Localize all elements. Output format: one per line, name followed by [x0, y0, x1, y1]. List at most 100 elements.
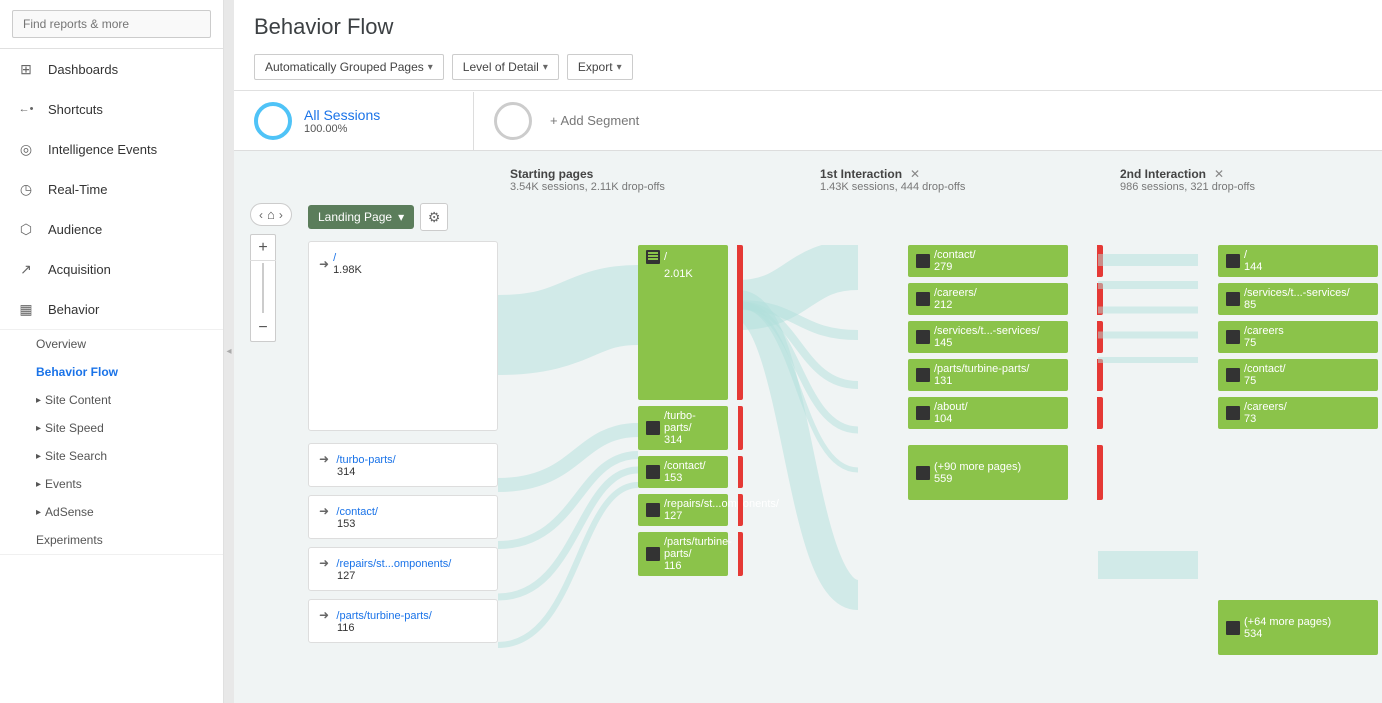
settings-btn[interactable]: ⚙ [420, 203, 448, 231]
interaction1-title-row: 1st Interaction ✕ [820, 167, 1040, 181]
toolbar: Automatically Grouped Pages ▾ Level of D… [234, 48, 1382, 90]
sidebar-item-shortcuts[interactable]: ←• Shortcuts [0, 89, 223, 129]
i1-bar-count-0: 279 [934, 261, 976, 273]
drop-off-bar [738, 494, 743, 526]
sidebar-item-dashboards[interactable]: ⊞ Dashboards [0, 49, 223, 89]
close-interaction1-btn[interactable]: ✕ [910, 167, 920, 181]
sidebar-item-intelligence[interactable]: ◎ Intelligence Events [0, 129, 223, 169]
connector-svg-3 [1098, 245, 1218, 703]
bar-count-4: 116 [664, 560, 732, 572]
nav-left-btn[interactable]: ‹ [259, 208, 263, 222]
interaction2-bar-4[interactable]: /careers/ 73 [1218, 397, 1378, 429]
interaction1-title: 1st Interaction [820, 167, 902, 181]
landing-node-3[interactable]: ➜ /repairs/st...omponents/ 127 [308, 547, 498, 591]
starting-bar-2-container: /contact/ 153 [638, 456, 738, 488]
i1-bar-name-1: /careers/ [934, 287, 977, 299]
i1-bar-name-3: /parts/turbine-parts/ [934, 363, 1029, 375]
interaction1-bar-4[interactable]: /about/ 104 [908, 397, 1068, 429]
segment-circle-icon [254, 102, 292, 140]
interaction1-bar-2[interactable]: /services/t...-services/ 145 [908, 321, 1068, 353]
sidebar-label-realtime: Real-Time [48, 182, 107, 197]
i2-bar-count-1: 85 [1244, 299, 1350, 311]
bar-count-2: 153 [664, 472, 706, 484]
landing-name-1: /turbo-parts/ [336, 454, 395, 466]
interaction2-bar-2[interactable]: /careers 75 [1218, 321, 1378, 353]
interaction1-bar-2-container: /services/t...-services/ 145 [908, 321, 1098, 353]
i2-bar-count-4: 73 [1244, 413, 1287, 425]
sidebar-item-realtime[interactable]: ◷ Real-Time [0, 169, 223, 209]
starting-bar-1[interactable]: /turbo-parts/ 314 [638, 406, 728, 450]
starting-bar-2[interactable]: /contact/ 153 [638, 456, 728, 488]
starting-bar-4[interactable]: /parts/turbine-parts/ 116 [638, 532, 728, 576]
add-segment-btn[interactable]: + Add Segment [474, 92, 659, 150]
column-headers-row: Starting pages 3.54K sessions, 2.11K dro… [250, 167, 1366, 193]
i1-bar-count-5: 559 [934, 473, 1021, 485]
bar-count-1: 314 [664, 434, 720, 446]
interaction1-bar-0[interactable]: /contact/ 279 [908, 245, 1068, 277]
i1-bar-name-0: /contact/ [934, 249, 976, 261]
landing-count-0: 1.98K [333, 264, 362, 276]
landing-node-1[interactable]: ➜ /turbo-parts/ 314 [308, 443, 498, 487]
sidebar-label-shortcuts: Shortcuts [48, 102, 103, 117]
starting-bar-3[interactable]: /repairs/st...omponents/ 127 [638, 494, 728, 526]
search-box [0, 0, 223, 49]
grouped-pages-btn[interactable]: Automatically Grouped Pages ▾ [254, 54, 444, 80]
interaction2-bar-1[interactable]: /services/t...-services/ 85 [1218, 283, 1378, 315]
drop-off-bar [1097, 283, 1103, 315]
sidebar-sub-behavior-flow[interactable]: Behavior Flow [0, 358, 223, 386]
sidebar-item-behavior[interactable]: ▦ Behavior [0, 289, 223, 329]
landing-node-4[interactable]: ➜ /parts/turbine-parts/ 116 [308, 599, 498, 643]
starting-bar-0[interactable]: / 2.01K [638, 245, 728, 400]
interaction1-bar-1[interactable]: /careers/ 212 [908, 283, 1068, 315]
nav-arrows: ‹ ⌂ › [250, 203, 292, 226]
interaction1-bar-3-container: /parts/turbine-parts/ 131 [908, 359, 1098, 391]
sidebar-collapse-site-speed[interactable]: ▸ Site Speed [0, 414, 223, 442]
sidebar-sub-overview[interactable]: Overview [0, 330, 223, 358]
sidebar-collapse-handle[interactable]: ◂ [224, 0, 234, 703]
bar-icon [646, 465, 660, 479]
landing-node-2[interactable]: ➜ /contact/ 153 [308, 495, 498, 539]
sidebar-item-audience[interactable]: ⬡ Audience [0, 209, 223, 249]
sidebar-collapse-events[interactable]: ▸ Events [0, 470, 223, 498]
search-input[interactable] [12, 10, 211, 38]
main-flow-row: ‹ ⌂ › + − Landing [250, 203, 1366, 655]
nav-right-btn[interactable]: › [279, 208, 283, 222]
sidebar-item-acquisition[interactable]: ↗ Acquisition [0, 249, 223, 289]
landing-node-0[interactable]: ➜ / 1.98K [319, 252, 487, 276]
zoom-in-btn[interactable]: + [250, 235, 276, 261]
sidebar-label-behavior: Behavior [48, 302, 99, 317]
sidebar-collapse-site-search[interactable]: ▸ Site Search [0, 442, 223, 470]
drop-off-bar [1097, 245, 1103, 277]
close-interaction2-btn[interactable]: ✕ [1214, 167, 1224, 181]
all-sessions-segment[interactable]: All Sessions 100.00% [234, 92, 474, 150]
sidebar-collapse-adsense[interactable]: ▸ AdSense [0, 498, 223, 526]
sidebar-label-acquisition: Acquisition [48, 262, 111, 277]
interaction2-bar-0-container: / 144 [1218, 245, 1382, 277]
i2-bar-name-5: (+64 more pages) [1244, 616, 1331, 628]
sidebar-sub-experiments[interactable]: Experiments [0, 526, 223, 554]
level-of-detail-btn[interactable]: Level of Detail ▾ [452, 54, 559, 80]
starting-bar-1-container: /turbo-parts/ 314 [638, 406, 738, 450]
interaction2-bar-3[interactable]: /contact/ 75 [1218, 359, 1378, 391]
interaction2-bar-5[interactable]: (+64 more pages) 534 [1218, 600, 1378, 655]
bar-icon [916, 368, 930, 382]
i1-bar-name-2: /services/t...-services/ [934, 325, 1040, 337]
bar-icon [916, 406, 930, 420]
landing-selector-label: Landing Page [318, 210, 392, 224]
export-btn[interactable]: Export ▾ [567, 54, 633, 80]
landing-name-3: /repairs/st...omponents/ [336, 558, 451, 570]
home-icon[interactable]: ⌂ [267, 207, 275, 222]
landing-page-selector[interactable]: Landing Page ▾ [308, 205, 414, 229]
interaction1-bar-3[interactable]: /parts/turbine-parts/ 131 [908, 359, 1068, 391]
interaction1-bar-0-container: /contact/ 279 [908, 245, 1098, 277]
interaction2-bar-4-container: /careers/ 73 [1218, 397, 1382, 429]
interaction1-bar-5[interactable]: (+90 more pages) 559 [908, 445, 1068, 500]
zoom-out-btn[interactable]: − [250, 315, 276, 341]
flow-content: Starting pages 3.54K sessions, 2.11K dro… [234, 151, 1382, 703]
sidebar: ⊞ Dashboards ←• Shortcuts ◎ Intelligence… [0, 0, 224, 703]
arrow-icon: ▸ [36, 395, 41, 406]
drop-off-bar [1097, 359, 1103, 391]
interaction2-header: 2nd Interaction ✕ 986 sessions, 321 drop… [1120, 167, 1340, 193]
sidebar-collapse-site-content[interactable]: ▸ Site Content [0, 386, 223, 414]
interaction2-bar-0[interactable]: / 144 [1218, 245, 1378, 277]
